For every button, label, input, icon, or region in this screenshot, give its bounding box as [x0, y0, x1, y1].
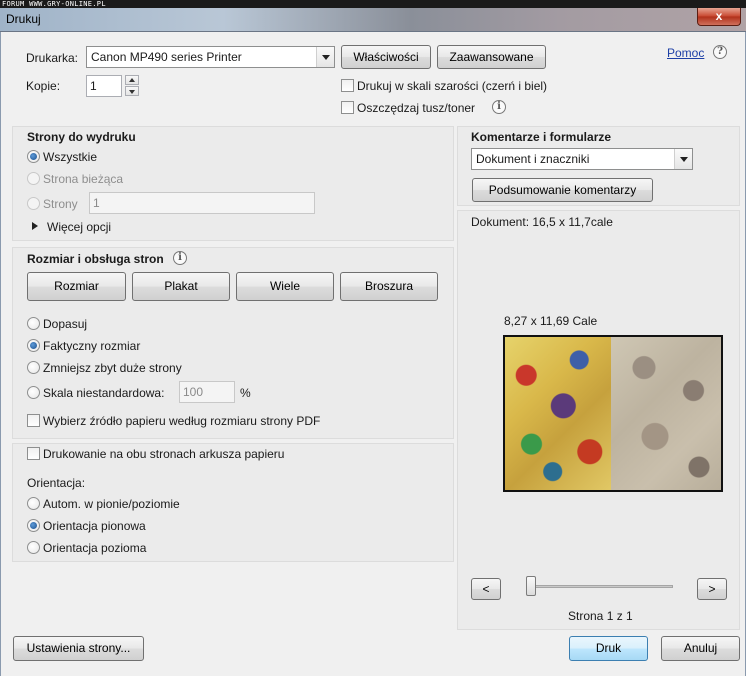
info-icon[interactable]: i — [173, 251, 187, 265]
tab-size[interactable]: Rozmiar — [27, 272, 126, 301]
grayscale-checkbox[interactable] — [341, 79, 354, 92]
pages-range-label: Strony — [43, 197, 78, 211]
printer-select[interactable]: Canon MP490 series Printer — [86, 46, 335, 68]
grayscale-label: Drukuj w skali szarości (czerń i biel) — [357, 79, 548, 93]
custom-scale-input[interactable]: 100 — [179, 381, 235, 403]
more-options-toggle[interactable]: Więcej opcji — [47, 220, 111, 234]
tab-poster[interactable]: Plakat — [132, 272, 230, 301]
printer-label: Drukarka: — [26, 51, 79, 65]
printer-select-value: Canon MP490 series Printer — [91, 50, 242, 64]
duplex-checkbox[interactable] — [27, 447, 40, 460]
copies-decrement-button[interactable] — [125, 86, 139, 96]
comments-select-value: Dokument i znaczniki — [476, 152, 590, 166]
help-icon[interactable]: ? — [713, 45, 727, 59]
pages-all-radio[interactable] — [27, 150, 40, 163]
tab-booklet[interactable]: Broszura — [340, 272, 438, 301]
copies-label: Kopie: — [26, 79, 61, 93]
actual-size-label: Faktyczny rozmiar — [43, 339, 141, 353]
copies-input[interactable]: 1 — [86, 75, 122, 97]
fit-label: Dopasuj — [43, 317, 88, 331]
comments-heading: Komentarze i formularze — [471, 130, 612, 144]
print-button[interactable]: Druk — [569, 636, 648, 661]
percent-label: % — [240, 386, 251, 400]
pages-range-radio[interactable] — [27, 197, 40, 210]
sizing-heading: Rozmiar i obsługa stron — [27, 252, 164, 266]
window-title: Drukuj — [6, 12, 41, 26]
pages-current-radio[interactable] — [27, 172, 40, 185]
paper-source-checkbox[interactable] — [27, 414, 40, 427]
custom-scale-radio[interactable] — [27, 386, 40, 399]
page-indicator: Strona 1 z 1 — [568, 609, 633, 623]
chevron-down-icon — [674, 149, 692, 169]
save-ink-checkbox[interactable] — [341, 101, 354, 114]
prev-page-button[interactable]: < — [471, 578, 501, 600]
comments-select[interactable]: Dokument i znaczniki — [471, 148, 693, 170]
pages-range-input[interactable]: 1 — [89, 192, 315, 214]
page-slider-thumb[interactable] — [526, 576, 536, 596]
expand-triangle-icon[interactable] — [32, 222, 38, 230]
pages-all-label: Wszystkie — [43, 150, 97, 164]
custom-scale-label: Skala niestandardowa: — [43, 386, 165, 400]
info-icon[interactable]: i — [492, 100, 506, 114]
orientation-label: Orientacja: — [27, 476, 86, 490]
save-ink-label: Oszczędzaj tusz/toner — [357, 101, 476, 115]
print-dialog: Drukarka: Canon MP490 series Printer Wła… — [0, 32, 746, 676]
actual-size-radio[interactable] — [27, 339, 40, 352]
page-setup-button[interactable]: Ustawienia strony... — [13, 636, 144, 661]
chevron-down-icon — [316, 47, 334, 67]
pages-heading: Strony do wydruku — [27, 130, 136, 144]
preview-image-printed-area — [505, 337, 611, 490]
orientation-auto-label: Autom. w pionie/poziomie — [43, 497, 180, 511]
document-size-text: Dokument: 16,5 x 11,7cale — [471, 215, 613, 229]
preview-image-unprinted-area — [611, 337, 721, 490]
close-button[interactable]: x — [697, 8, 741, 26]
next-page-button[interactable]: > — [697, 578, 727, 600]
orientation-portrait-label: Orientacja pionowa — [43, 519, 146, 533]
title-bar: Drukuj x — [0, 8, 746, 32]
properties-button[interactable]: Właściwości — [341, 45, 431, 69]
duplex-label: Drukowanie na obu stronach arkusza papie… — [43, 447, 285, 461]
shrink-label: Zmniejsz zbyt duże strony — [43, 361, 182, 375]
advanced-button[interactable]: Zaawansowane — [437, 45, 546, 69]
page-slider-track[interactable] — [526, 585, 673, 588]
orientation-landscape-label: Orientacja pozioma — [43, 541, 147, 555]
page-preview — [503, 335, 723, 492]
fit-radio[interactable] — [27, 317, 40, 330]
orientation-landscape-radio[interactable] — [27, 541, 40, 554]
summarize-comments-button[interactable]: Podsumowanie komentarzy — [472, 178, 653, 202]
shrink-radio[interactable] — [27, 361, 40, 374]
orientation-auto-radio[interactable] — [27, 497, 40, 510]
cancel-button[interactable]: Anuluj — [661, 636, 740, 661]
pages-current-label: Strona bieżąca — [43, 172, 124, 186]
help-link[interactable]: Pomoc — [667, 46, 704, 60]
copies-increment-button[interactable] — [125, 75, 139, 85]
orientation-portrait-radio[interactable] — [27, 519, 40, 532]
page-size-text: 8,27 x 11,69 Cale — [504, 314, 598, 328]
watermark: FORUM WWW.GRY-ONLINE.PL — [0, 0, 746, 8]
paper-source-label: Wybierz źródło papieru według rozmiaru s… — [43, 414, 321, 428]
tab-multiple[interactable]: Wiele — [236, 272, 334, 301]
